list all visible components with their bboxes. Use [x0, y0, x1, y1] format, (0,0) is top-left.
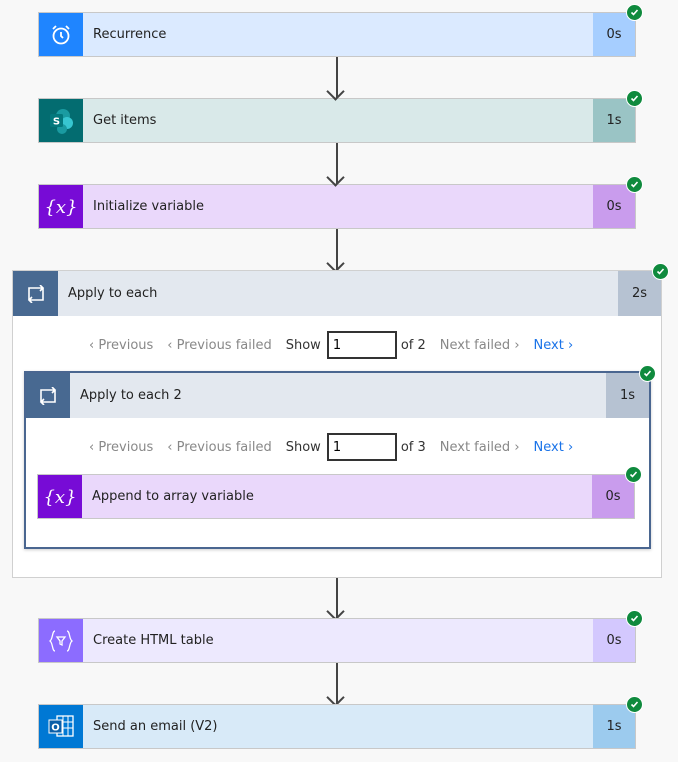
previous-button[interactable]: ‹ Previous — [89, 338, 153, 353]
next-button-label: Next — [533, 337, 564, 353]
next-failed-button-label: Next failed — [439, 439, 511, 455]
apply-to-each-2-header[interactable]: Apply to each 2 1s — [26, 373, 649, 418]
iteration-pager: ‹ Previous ‹ Previous failed Show of 3 Next … — [89, 433, 573, 461]
variable-icon: {x} — [39, 185, 83, 228]
card-title: Create HTML table — [83, 619, 593, 662]
success-check-icon — [625, 466, 642, 483]
card-title: Append to array variable — [82, 475, 592, 518]
svg-text:{x}: {x} — [43, 487, 76, 508]
append-to-array-variable-card[interactable]: {x} Append to array variable 0s — [37, 474, 635, 519]
scope-title: Apply to each 2 — [70, 373, 606, 418]
variable-icon: {x} — [38, 475, 82, 518]
previous-button[interactable]: ‹ Previous — [89, 440, 153, 455]
previous-button-label: Previous — [98, 439, 154, 455]
next-failed-button-label: Next failed — [439, 337, 511, 353]
card-title: Send an email (V2) — [83, 705, 593, 748]
iteration-pager: ‹ Previous ‹ Previous failed Show of 2 Next … — [89, 331, 573, 359]
send-an-email-card[interactable]: O Send an email (V2) 1s — [38, 704, 636, 749]
previous-failed-button-label: Previous failed — [176, 337, 272, 353]
alarm-clock-icon — [39, 13, 83, 56]
previous-failed-button[interactable]: ‹ Previous failed — [167, 440, 271, 455]
iteration-count: of 2 — [401, 338, 426, 353]
success-check-icon — [626, 90, 643, 107]
loop-icon — [26, 373, 70, 418]
get-items-card[interactable]: S Get items 1s — [38, 98, 636, 143]
success-check-icon — [626, 176, 643, 193]
recurrence-card[interactable]: Recurrence 0s — [38, 12, 636, 57]
next-button-label: Next — [533, 439, 564, 455]
apply-to-each-header[interactable]: Apply to each 2s — [13, 271, 661, 316]
apply-to-each-scope: Apply to each 2s ‹ Previous ‹ Previous fail… — [12, 263, 669, 578]
iteration-input[interactable] — [326, 433, 397, 461]
success-check-icon — [626, 610, 643, 627]
next-failed-button[interactable]: Next failed › — [440, 440, 520, 455]
svg-text:O: O — [51, 722, 60, 733]
iteration-count-label: of 2 — [400, 337, 426, 353]
success-check-icon — [652, 263, 669, 280]
loop-icon — [13, 271, 58, 316]
next-button[interactable]: Next › — [534, 338, 574, 353]
apply-to-each-2-scope: Apply to each 2 1s ‹ Previous ‹ Previous fa… — [24, 365, 656, 549]
svg-text:{x}: {x} — [44, 197, 77, 218]
svg-text:S: S — [53, 116, 60, 127]
iteration-count: of 3 — [401, 440, 426, 455]
previous-failed-button-label: Previous failed — [176, 439, 272, 455]
previous-button-label: Previous — [98, 337, 154, 353]
iteration-input[interactable] — [326, 331, 397, 359]
success-check-icon — [626, 4, 643, 21]
outlook-icon: O — [39, 705, 83, 748]
success-check-icon — [639, 365, 656, 382]
card-title: Recurrence — [83, 13, 593, 56]
sharepoint-icon: S — [39, 99, 83, 142]
create-html-table-card[interactable]: Create HTML table 0s — [38, 618, 636, 663]
show-label-label: Show — [285, 439, 321, 455]
scope-title: Apply to each — [58, 271, 618, 316]
previous-failed-button[interactable]: ‹ Previous failed — [167, 338, 271, 353]
show-label-label: Show — [285, 337, 321, 353]
next-failed-button[interactable]: Next failed › — [440, 338, 520, 353]
success-check-icon — [626, 696, 643, 713]
iteration-count-label: of 3 — [400, 439, 426, 455]
initialize-variable-card[interactable]: {x} Initialize variable 0s — [38, 184, 636, 229]
next-button[interactable]: Next › — [534, 440, 574, 455]
show-label: Show — [286, 338, 321, 353]
show-label: Show — [286, 440, 321, 455]
card-title: Initialize variable — [83, 185, 593, 228]
data-operation-icon — [39, 619, 83, 662]
card-title: Get items — [83, 99, 593, 142]
